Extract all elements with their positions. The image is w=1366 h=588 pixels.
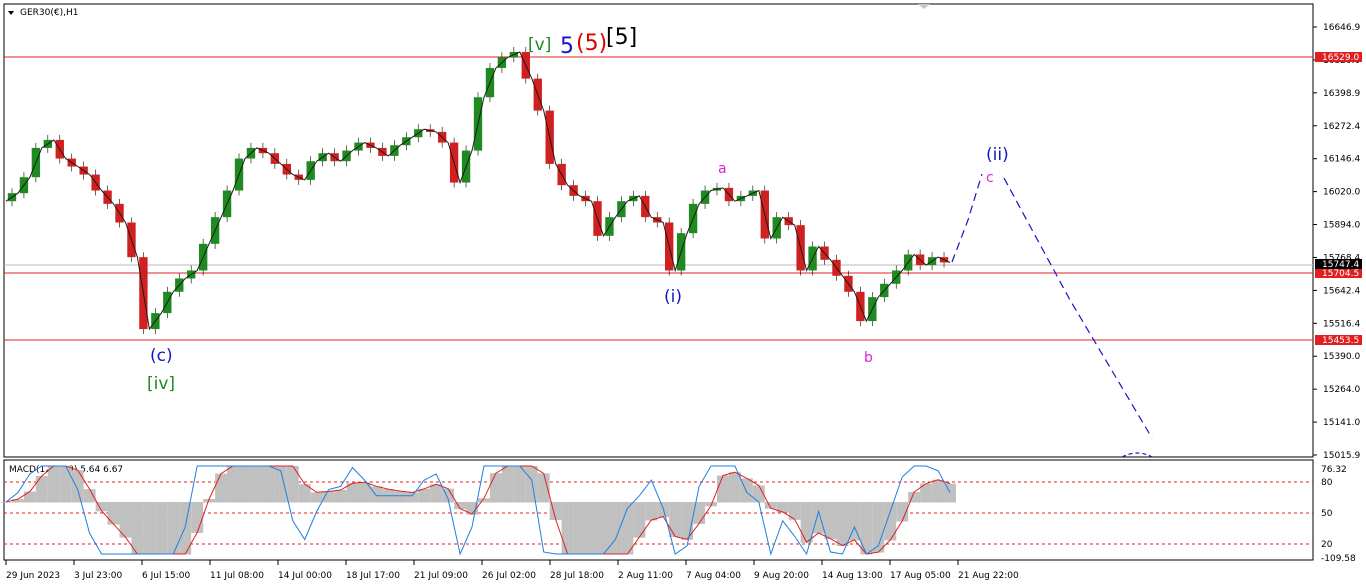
current-price-label: 15747.4 — [1322, 260, 1359, 270]
wave-label-a: a — [718, 161, 727, 177]
price-tick-label: 15015.9 — [1323, 451, 1360, 461]
wave-label-5-red: (5) — [576, 31, 607, 56]
price-tick-label: 15141.0 — [1323, 418, 1360, 428]
macd-bar — [0, 502, 12, 503]
macd-bar — [573, 502, 586, 555]
price-tick-label: 16646.9 — [1323, 23, 1360, 33]
price-tick-label: 16020.0 — [1323, 188, 1360, 198]
macd-bar — [501, 466, 514, 503]
price-tick-label: 15642.4 — [1323, 286, 1360, 296]
macd-bar — [418, 488, 431, 503]
time-tick-label: 14 Jul 00:00 — [278, 571, 332, 581]
chart-window: GER30(€),H1 16646.916520.016398.916272.4… — [0, 0, 1366, 588]
time-tick-label: 28 Jul 18:00 — [550, 571, 604, 581]
macd-bar — [932, 479, 945, 503]
time-tick-label: 21 Jul 09:00 — [414, 571, 468, 581]
macd-bar — [131, 502, 144, 555]
macd-bar — [489, 473, 502, 503]
price-tick-label: 15390.0 — [1323, 352, 1360, 362]
time-tick-label: 6 Jul 15:00 — [142, 571, 191, 581]
macd-bar — [430, 484, 443, 503]
wave-label-ii: (ii) — [986, 145, 1009, 165]
macd-bar — [824, 502, 837, 540]
macd-bar — [334, 489, 347, 503]
price-tick-label: 16272.4 — [1323, 122, 1360, 132]
macd-bar — [800, 502, 813, 543]
price-tick-label: 16398.9 — [1323, 89, 1360, 99]
macd-bar — [215, 473, 228, 503]
macd-bar — [71, 470, 84, 503]
macd-bar — [191, 502, 204, 533]
price-tick-label: 15516.4 — [1323, 319, 1360, 329]
macd-tick-label: 80 — [1321, 478, 1333, 488]
macd-bar — [262, 466, 275, 503]
macd-bar — [740, 478, 753, 503]
macd-bar — [860, 502, 873, 555]
macd-bar — [59, 466, 72, 503]
macd-bar — [716, 475, 729, 503]
macd-tick-label: 20 — [1321, 540, 1333, 550]
macd-bar — [884, 502, 897, 541]
wave-label-5-blue: 5 — [560, 34, 574, 59]
macd-tick-label: 76.32 — [1321, 465, 1347, 475]
wave-label-c: (c) — [150, 346, 173, 366]
macd-bar — [848, 502, 861, 541]
price-tick-label: 15894.0 — [1323, 221, 1360, 231]
wave-label-b: b — [864, 350, 873, 366]
macd-bar — [525, 466, 538, 503]
time-tick-label: 2 Aug 11:00 — [618, 571, 673, 581]
macd-bar — [310, 492, 323, 503]
price-tick-label: 16146.4 — [1323, 155, 1360, 165]
symbol-label: GER30(€),H1 — [20, 8, 78, 18]
macd-bar — [23, 491, 36, 503]
macd-bar — [597, 502, 610, 555]
macd-bar — [728, 472, 741, 503]
main-panel — [3, 3, 1314, 458]
time-tick-label: 9 Aug 20:00 — [754, 571, 809, 581]
level-label: 15704.5 — [1322, 269, 1359, 279]
price-chart[interactable]: GER30(€),H1 16646.916520.016398.916272.4… — [0, 0, 1366, 588]
wave-label-iv: [iv] — [147, 374, 175, 394]
macd-bar — [944, 483, 956, 503]
macd-bar — [107, 502, 120, 525]
level-label: 16529.0 — [1322, 53, 1359, 63]
macd-bar — [645, 502, 658, 521]
macd-bar — [406, 492, 419, 503]
macd-tick-label: 50 — [1321, 509, 1333, 519]
macd-bar — [812, 502, 825, 534]
macd-bar — [394, 491, 407, 503]
macd-bar — [585, 502, 598, 555]
time-tick-label: 7 Aug 04:00 — [686, 571, 741, 581]
macd-bar — [633, 502, 646, 538]
macd-bar — [155, 502, 168, 555]
time-tick-label: 18 Jul 17:00 — [346, 571, 400, 581]
wave-label-v: [v] — [528, 35, 551, 55]
macd-bar — [621, 502, 634, 555]
macd-bar — [143, 502, 156, 555]
time-tick-label: 11 Jul 08:00 — [210, 571, 264, 581]
time-tick-label: 3 Jul 23:00 — [74, 571, 123, 581]
wave-label-i: (i) — [664, 287, 682, 307]
macd-bar — [370, 486, 383, 503]
macd-bar — [47, 466, 60, 503]
macd-bar — [239, 466, 251, 503]
macd-bar — [167, 502, 180, 555]
macd-bar — [35, 475, 48, 503]
wave-label-c-small: c — [986, 170, 994, 186]
time-tick-label: 21 Aug 22:00 — [958, 571, 1019, 581]
macd-bar — [669, 502, 682, 538]
time-tick-label: 17 Aug 05:00 — [890, 571, 951, 581]
macd-bar — [250, 466, 263, 503]
time-tick-label: 26 Jul 02:00 — [482, 571, 536, 581]
price-tick-label: 15264.0 — [1323, 385, 1360, 395]
macd-bar — [227, 466, 240, 503]
macd-tick-label: -109.58 — [1321, 554, 1356, 564]
time-tick-label: 29 Jun 2023 — [6, 571, 60, 581]
time-tick-label: 14 Aug 13:00 — [822, 571, 883, 581]
level-label: 15453.5 — [1322, 336, 1359, 346]
macd-bar — [836, 502, 849, 546]
wave-label-5-black: [5] — [606, 25, 637, 50]
macd-bar — [561, 502, 574, 555]
